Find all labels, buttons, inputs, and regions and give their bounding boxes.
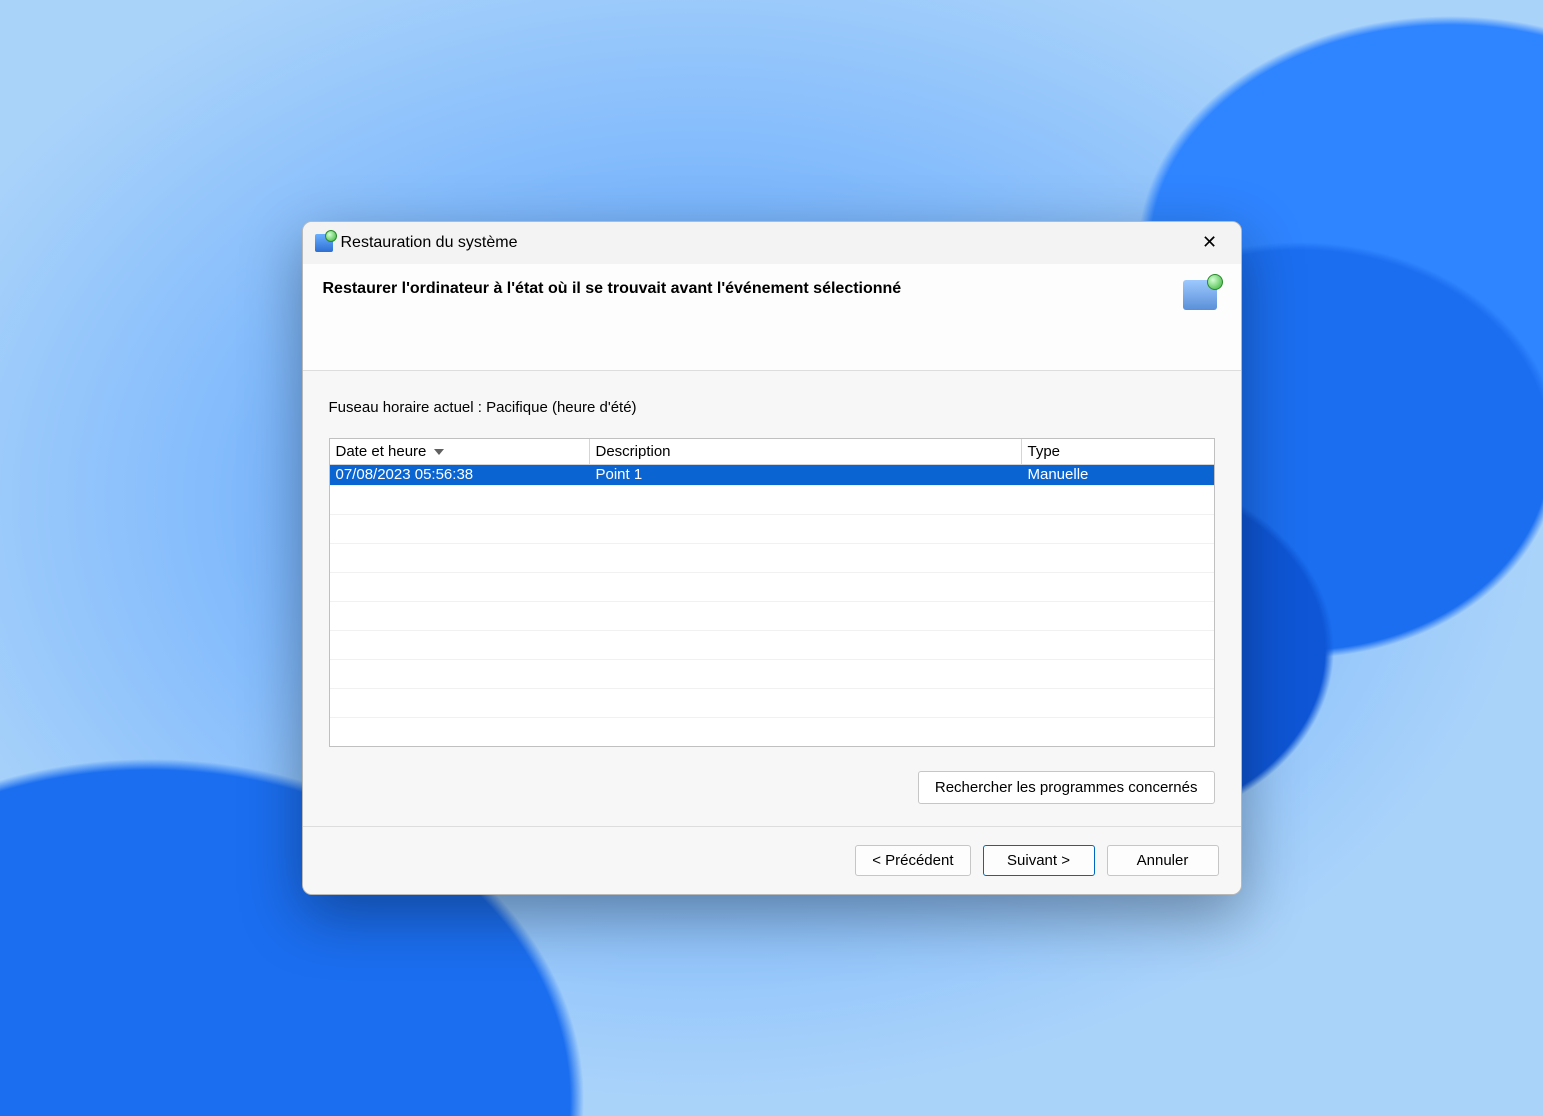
column-header-type-label: Type (1028, 443, 1061, 460)
table-empty-row (330, 572, 1214, 601)
table-empty-row (330, 688, 1214, 717)
table-empty-row (330, 485, 1214, 514)
page-title: Restaurer l'ordinateur à l'état où il se… (323, 280, 902, 298)
titlebar[interactable]: Restauration du système ✕ (303, 222, 1241, 264)
close-button[interactable]: ✕ (1187, 228, 1233, 258)
cell-description: Point 1 (590, 465, 1022, 485)
system-restore-window: Restauration du système ✕ Restaurer l'or… (302, 221, 1242, 895)
scan-affected-programs-button[interactable]: Rechercher les programmes concernés (918, 771, 1215, 804)
close-icon: ✕ (1202, 233, 1217, 251)
table-empty-row (330, 717, 1214, 746)
column-header-date[interactable]: Date et heure (330, 439, 590, 464)
system-restore-large-icon (1183, 280, 1217, 310)
column-header-description[interactable]: Description (590, 439, 1022, 464)
cell-date: 07/08/2023 05:56:38 (330, 465, 590, 485)
restore-points-table: Date et heure Description Type 07/08/202… (329, 438, 1215, 747)
window-title: Restauration du système (341, 234, 518, 252)
back-button[interactable]: < Précédent (855, 845, 970, 876)
table-header: Date et heure Description Type (330, 439, 1214, 465)
next-button[interactable]: Suivant > (983, 845, 1095, 876)
wizard-header: Restaurer l'ordinateur à l'état où il se… (303, 264, 1241, 371)
scan-row: Rechercher les programmes concernés (329, 771, 1215, 804)
wizard-footer: < Précédent Suivant > Annuler (303, 826, 1241, 894)
cancel-button[interactable]: Annuler (1107, 845, 1219, 876)
wizard-body: Fuseau horaire actuel : Pacifique (heure… (303, 371, 1241, 826)
table-empty-row (330, 543, 1214, 572)
cell-type: Manuelle (1022, 465, 1196, 485)
timezone-label: Fuseau horaire actuel : Pacifique (heure… (329, 399, 1215, 416)
column-header-date-label: Date et heure (336, 443, 427, 460)
titlebar-left: Restauration du système (315, 234, 518, 252)
table-empty-row (330, 514, 1214, 543)
table-empty-row (330, 659, 1214, 688)
table-empty-row (330, 630, 1214, 659)
table-row[interactable]: 07/08/2023 05:56:38 Point 1 Manuelle (330, 465, 1214, 485)
table-empty-row (330, 601, 1214, 630)
system-restore-icon (315, 234, 333, 252)
chevron-down-icon (434, 449, 444, 455)
column-header-type[interactable]: Type (1022, 439, 1196, 464)
column-header-description-label: Description (596, 443, 671, 460)
